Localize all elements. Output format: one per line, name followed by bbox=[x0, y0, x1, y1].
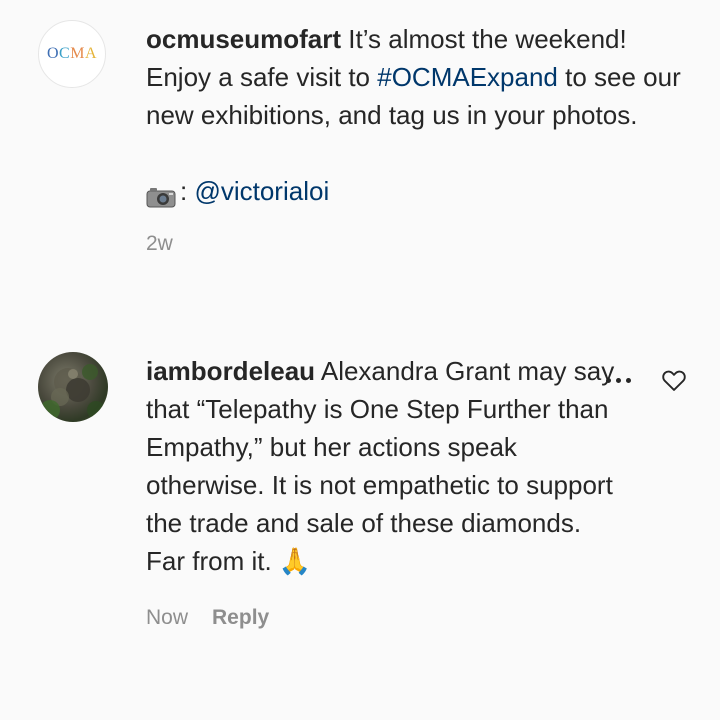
caption-timestamp[interactable]: 2w bbox=[146, 232, 688, 256]
heart-icon[interactable] bbox=[660, 366, 688, 394]
camera-icon bbox=[146, 180, 176, 208]
photo-credit: : @victorialoi bbox=[146, 172, 688, 210]
post-caption: OCMA ocmuseumofart It’s almost the weeke… bbox=[38, 20, 688, 256]
comment-text: iambordeleau Alexandra Grant may say tha… bbox=[146, 352, 616, 580]
ocma-logo-text: OCMA bbox=[46, 45, 98, 62]
comment-timestamp[interactable]: Now bbox=[146, 606, 188, 630]
more-options-icon[interactable] bbox=[596, 370, 640, 390]
comment-body: iambordeleau Alexandra Grant may say tha… bbox=[146, 352, 616, 630]
comment-username[interactable]: iambordeleau bbox=[146, 356, 315, 386]
caption-body: ocmuseumofart It’s almost the weekend! E… bbox=[146, 20, 688, 256]
commenter-avatar[interactable] bbox=[38, 352, 108, 422]
credit-separator: : bbox=[180, 176, 195, 206]
more-dot bbox=[615, 377, 621, 383]
caption-username[interactable]: ocmuseumofart bbox=[146, 24, 341, 54]
instagram-comments-panel: OCMA ocmuseumofart It’s almost the weeke… bbox=[0, 0, 720, 720]
reply-button[interactable]: Reply bbox=[212, 606, 269, 630]
caption-text: ocmuseumofart It’s almost the weekend! E… bbox=[146, 20, 688, 134]
praying-hands-emoji: 🙏 bbox=[278, 546, 312, 576]
comment-row: iambordeleau Alexandra Grant may say tha… bbox=[38, 352, 698, 630]
comment-actions: Now Reply bbox=[146, 606, 616, 630]
hashtag-link[interactable]: #OCMAExpand bbox=[377, 62, 558, 92]
comment-message: Alexandra Grant may say that “Telepathy … bbox=[146, 356, 615, 576]
ocma-avatar[interactable]: OCMA bbox=[38, 20, 106, 88]
credit-mention-link[interactable]: @victorialoi bbox=[194, 172, 329, 210]
more-dot bbox=[625, 377, 631, 383]
more-dot bbox=[605, 377, 611, 383]
